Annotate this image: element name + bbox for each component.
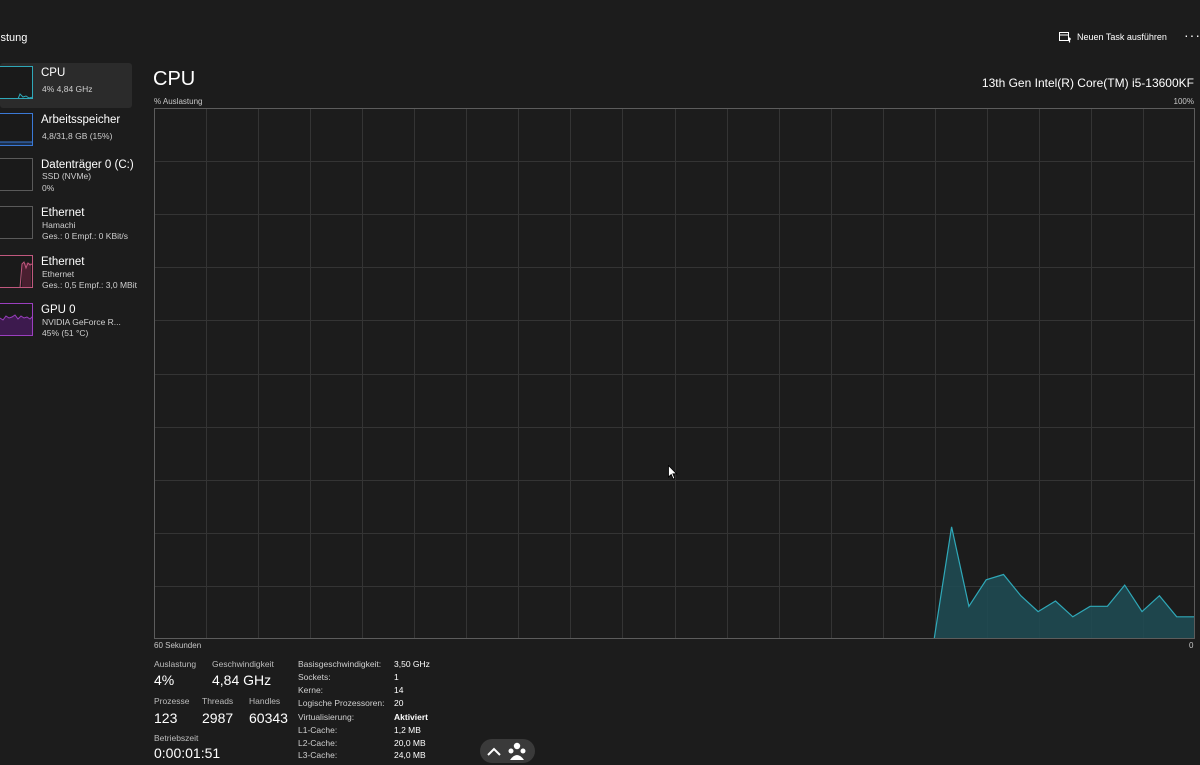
detail-value: Aktiviert — [394, 712, 429, 722]
page-title: istung — [0, 32, 28, 44]
detail-value: 3,50 GHz — [394, 659, 430, 669]
uptime-label: Betriebszeit — [154, 733, 199, 743]
sidebar-item-cpu[interactable]: CPU 4% 4,84 GHz — [0, 63, 132, 108]
utilization-value: 4% — [154, 672, 175, 688]
detail-label: Basisgeschwindigkeit: — [298, 659, 382, 669]
speed-label: Geschwindigkeit — [212, 659, 274, 669]
sidebar-item-detail: SSD (NVMe) — [42, 171, 92, 181]
detail-value: 14 — [394, 685, 404, 695]
sidebar-item-ethernet-hamachi[interactable]: Ethernet Hamachi Ges.: 0 Empf.: 0 KBit/s — [0, 203, 132, 248]
sidebar-item-detail: NVIDIA GeForce R... — [42, 317, 121, 327]
uptime-value: 0:00:01:51 — [154, 745, 221, 761]
sidebar-item-label: GPU 0 — [41, 304, 76, 316]
cpu-model-name: 13th Gen Intel(R) Core(TM) i5-13600KF — [981, 76, 1194, 90]
speed-value: 4,84 GHz — [212, 672, 272, 688]
handles-value: 60343 — [249, 710, 288, 726]
sidebar-item-label: Ethernet — [41, 256, 85, 268]
sidebar-item-memory[interactable]: Arbeitsspeicher 4,8/31,8 GB (15%) — [0, 110, 132, 155]
performance-sidebar: CPU 4% 4,84 GHz Arbeitsspeicher 4,8/31,8… — [0, 62, 140, 758]
sidebar-item-detail: 45% (51 °C) — [42, 328, 89, 338]
ethernet-mini-graph — [0, 255, 33, 288]
sidebar-item-gpu[interactable]: GPU 0 NVIDIA GeForce R... 45% (51 °C) — [0, 300, 132, 345]
detail-label: L3-Cache: — [298, 750, 338, 760]
handles-label: Handles — [249, 696, 281, 706]
title-bar — [0, 0, 1200, 20]
mouse-cursor-icon — [668, 464, 678, 485]
gpu-mini-graph — [0, 303, 33, 336]
sidebar-item-detail: Ges.: 0,5 Empf.: 3,0 MBit — [42, 280, 137, 290]
detail-value: 24,0 MB — [394, 750, 426, 760]
cpu-utilization-svg — [154, 108, 1195, 639]
detail-label: Kerne: — [298, 685, 324, 695]
floating-toolbar — [480, 739, 535, 763]
sidebar-item-detail: 4% 4,84 GHz — [42, 84, 93, 94]
memory-mini-graph — [0, 113, 33, 146]
chevron-up-icon[interactable] — [487, 744, 501, 762]
detail-label: L2-Cache: — [298, 738, 338, 748]
detail-value: 1 — [394, 672, 399, 682]
detail-label: Logische Prozessoren: — [298, 698, 385, 708]
x-axis-left-label: 60 Sekunden — [154, 641, 202, 650]
sidebar-item-detail: Ges.: 0 Empf.: 0 KBit/s — [42, 231, 128, 241]
sidebar-item-label: Arbeitsspeicher — [41, 114, 121, 126]
run-new-task-button[interactable]: Neuen Task ausführen — [1059, 31, 1167, 43]
threads-value: 2987 — [202, 710, 234, 726]
processes-label: Prozesse — [154, 696, 190, 706]
run-new-task-label: Neuen Task ausführen — [1077, 32, 1167, 42]
ethernet-mini-graph — [0, 206, 33, 239]
detail-value: 1,2 MB — [394, 725, 421, 735]
utilization-label: Auslastung — [154, 659, 197, 669]
cpu-utilization-chart — [154, 108, 1195, 639]
detail-label: L1-Cache: — [298, 725, 338, 735]
sidebar-item-label: CPU — [41, 67, 66, 79]
sidebar-item-ethernet[interactable]: Ethernet Ethernet Ges.: 0,5 Empf.: 3,0 M… — [0, 252, 137, 297]
threads-label: Threads — [202, 696, 234, 706]
disk-mini-graph — [0, 158, 33, 191]
detail-value: 20 — [394, 698, 404, 708]
y-axis-label: % Auslastung — [154, 97, 203, 106]
sidebar-item-detail: Hamachi — [42, 220, 76, 230]
new-task-icon — [1059, 31, 1071, 43]
sidebar-item-detail: 0% — [42, 183, 55, 193]
sidebar-item-disk[interactable]: Datenträger 0 (C:) SSD (NVMe) 0% — [0, 155, 134, 200]
detail-value: 20,0 MB — [394, 738, 426, 748]
cpu-mini-graph — [0, 66, 33, 99]
detail-label: Virtualisierung: — [298, 712, 355, 722]
feedback-icon[interactable] — [507, 742, 527, 765]
y-axis-max-label: 100% — [1173, 97, 1194, 106]
cpu-heading: CPU — [153, 68, 196, 90]
sidebar-item-detail: Ethernet — [42, 269, 75, 279]
sidebar-item-label: Ethernet — [41, 207, 85, 219]
sidebar-item-detail: 4,8/31,8 GB (15%) — [42, 131, 113, 141]
x-axis-right-label: 0 — [1189, 641, 1194, 650]
detail-label: Sockets: — [298, 672, 331, 682]
page-header: istung Neuen Task ausführen ··· — [0, 20, 1200, 58]
processes-value: 123 — [154, 710, 178, 726]
sidebar-item-label: Datenträger 0 (C:) — [41, 159, 134, 171]
more-options-button[interactable]: ··· — [1184, 28, 1200, 46]
